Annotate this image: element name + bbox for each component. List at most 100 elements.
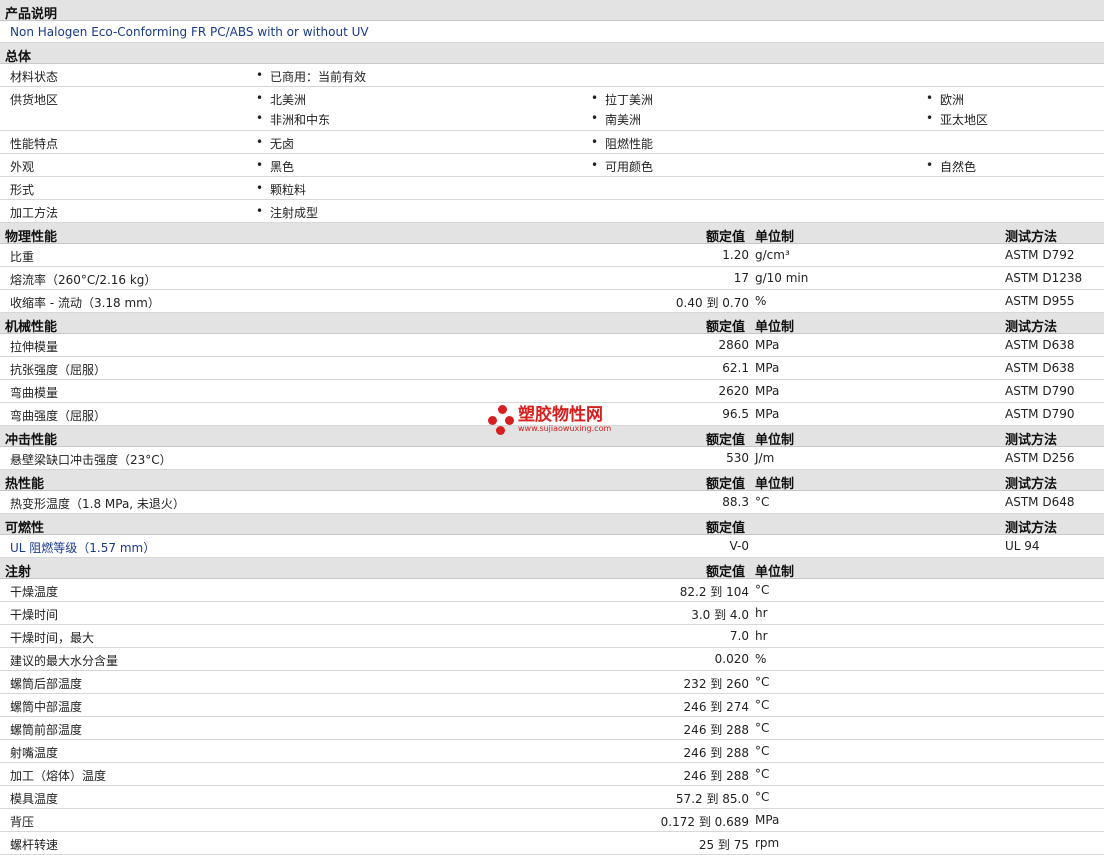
row-unit: hr: [755, 606, 768, 620]
section-header-physical: 物理性能 额定值 单位制 测试方法: [0, 223, 1104, 245]
list-item: 欧洲: [926, 91, 964, 108]
row-label: 弯曲模量: [10, 386, 59, 400]
row-method: ASTM D638: [1005, 361, 1075, 375]
table-row: 加工方法 注射成型: [0, 200, 1104, 223]
table-row: 收缩率 - 流动（3.18 mm） 0.40 到 0.70 % ASTM D95…: [0, 290, 1104, 313]
row-value: 17: [733, 271, 749, 285]
table-row: 螺筒前部温度 246 到 288 °C: [0, 717, 1104, 740]
section-header-flammability: 可燃性 额定值 测试方法: [0, 514, 1104, 536]
table-row: 加工（熔体）温度 246 到 288 °C: [0, 763, 1104, 786]
section-header-mechanical: 机械性能 额定值 单位制 测试方法: [0, 313, 1104, 335]
row-unit: °C: [755, 675, 770, 689]
table-row: 供货地区 北美洲 拉丁美洲 欧洲 非洲和中东 南美洲 亚太地区: [0, 87, 1104, 131]
table-row: 螺杆转速 25 到 75 rpm: [0, 832, 1104, 855]
list-item: 阻燃性能: [591, 135, 653, 152]
row-value: 232 到 260: [683, 677, 749, 691]
list-item: 自然色: [926, 158, 976, 175]
row-label: 形式: [10, 183, 35, 197]
watermark-logo: 塑胶物性网 www.sujiaowuxing.com: [488, 405, 611, 435]
section-header-general: 总体: [0, 43, 1104, 65]
row-method: ASTM D790: [1005, 384, 1075, 398]
table-row: 螺筒中部温度 246 到 274 °C: [0, 694, 1104, 717]
row-value: 246 到 274: [683, 700, 749, 714]
table-row: 形式 颗粒料: [0, 177, 1104, 200]
list-item: 无卤: [256, 135, 294, 152]
row-label: 材料状态: [10, 70, 59, 84]
row-label: 悬壁梁缺口冲击强度（23°C）: [10, 453, 172, 467]
section-title: 总体: [5, 50, 32, 65]
column-header-method: 测试方法: [1005, 477, 1058, 492]
row-label: 加工（熔体）温度: [10, 769, 107, 783]
column-header-unit: 单位制: [755, 565, 795, 580]
row-label: 螺筒中部温度: [10, 700, 83, 714]
row-label: 比重: [10, 250, 35, 264]
row-unit: rpm: [755, 836, 780, 850]
column-header-value: 额定值: [706, 433, 746, 448]
row-label: 螺筒前部温度: [10, 723, 83, 737]
table-row: 外观 黑色 可用颜色 自然色: [0, 154, 1104, 177]
table-row: 材料状态 已商用：当前有效: [0, 64, 1104, 87]
row-value: 25 到 75: [698, 838, 749, 852]
list-item: 南美洲: [591, 111, 641, 128]
row-method: ASTM D792: [1005, 248, 1075, 262]
row-value: 1.20: [722, 248, 749, 262]
row-value: 246 到 288: [683, 723, 749, 737]
column-header-value: 额定值: [706, 230, 746, 245]
column-header-value: 额定值: [706, 565, 746, 580]
list-item: 可用颜色: [591, 158, 653, 175]
row-unit: g/10 min: [755, 271, 809, 285]
section-title: 冲击性能: [5, 433, 58, 448]
column-header-unit: 单位制: [755, 230, 795, 245]
column-header-unit: 单位制: [755, 477, 795, 492]
row-method: ASTM D638: [1005, 338, 1075, 352]
row-label: 弯曲强度（屈服）: [10, 409, 107, 423]
column-header-method: 测试方法: [1005, 320, 1058, 335]
table-row: 悬壁梁缺口冲击强度（23°C） 530 J/m ASTM D256: [0, 447, 1104, 470]
row-unit: °C: [755, 583, 770, 597]
row-value: 82.2 到 104: [679, 585, 749, 599]
row-value: V-0: [729, 539, 749, 553]
table-row: 建议的最大水分含量 0.020 %: [0, 648, 1104, 671]
list-item: 黑色: [256, 158, 294, 175]
row-label: 抗张强度（屈服）: [10, 363, 107, 377]
row-value: 7.0: [729, 629, 749, 643]
list-item: 已商用：当前有效: [256, 68, 366, 85]
table-row: 背压 0.172 到 0.689 MPa: [0, 809, 1104, 832]
row-value: 96.5: [722, 407, 749, 421]
list-item: 拉丁美洲: [591, 91, 653, 108]
row-unit: MPa: [755, 407, 780, 421]
row-unit: °C: [755, 495, 770, 509]
row-value: 2620: [718, 384, 749, 398]
row-unit: hr: [755, 629, 768, 643]
list-item: 颗粒料: [256, 181, 306, 198]
row-label: 螺杆转速: [10, 838, 59, 852]
row-label: 性能特点: [10, 137, 59, 151]
row-unit: °C: [755, 744, 770, 758]
row-label: UL 阻燃等级（1.57 mm）: [10, 541, 156, 555]
row-method: UL 94: [1005, 539, 1040, 553]
row-label: 熔流率（260°C/2.16 kg）: [10, 273, 157, 287]
row-value: 0.020: [714, 652, 749, 666]
row-value: 246 到 288: [683, 769, 749, 783]
table-row: 热变形温度（1.8 MPa, 未退火） 88.3 °C ASTM D648: [0, 491, 1104, 514]
row-label: 建议的最大水分含量: [10, 654, 119, 668]
table-row: 弯曲模量 2620 MPa ASTM D790: [0, 380, 1104, 403]
row-value: 88.3: [722, 495, 749, 509]
row-unit: MPa: [755, 361, 780, 375]
section-title: 物理性能: [5, 230, 58, 245]
row-unit: °C: [755, 767, 770, 781]
table-row: UL 阻燃等级（1.57 mm） V-0 UL 94: [0, 535, 1104, 558]
section-header-thermal: 热性能 额定值 单位制 测试方法: [0, 470, 1104, 492]
section-title: 产品说明: [5, 7, 58, 22]
row-method: ASTM D648: [1005, 495, 1075, 509]
row-value: 62.1: [722, 361, 749, 375]
section-header-description: 产品说明: [0, 0, 1104, 22]
section-title: 注射: [5, 565, 32, 580]
column-header-value: 额定值: [706, 320, 746, 335]
row-label: 干燥时间: [10, 608, 59, 622]
row-unit: MPa: [755, 813, 780, 827]
column-header-method: 测试方法: [1005, 433, 1058, 448]
row-value: 246 到 288: [683, 746, 749, 760]
row-label: 背压: [10, 815, 35, 829]
section-title: 热性能: [5, 477, 45, 492]
